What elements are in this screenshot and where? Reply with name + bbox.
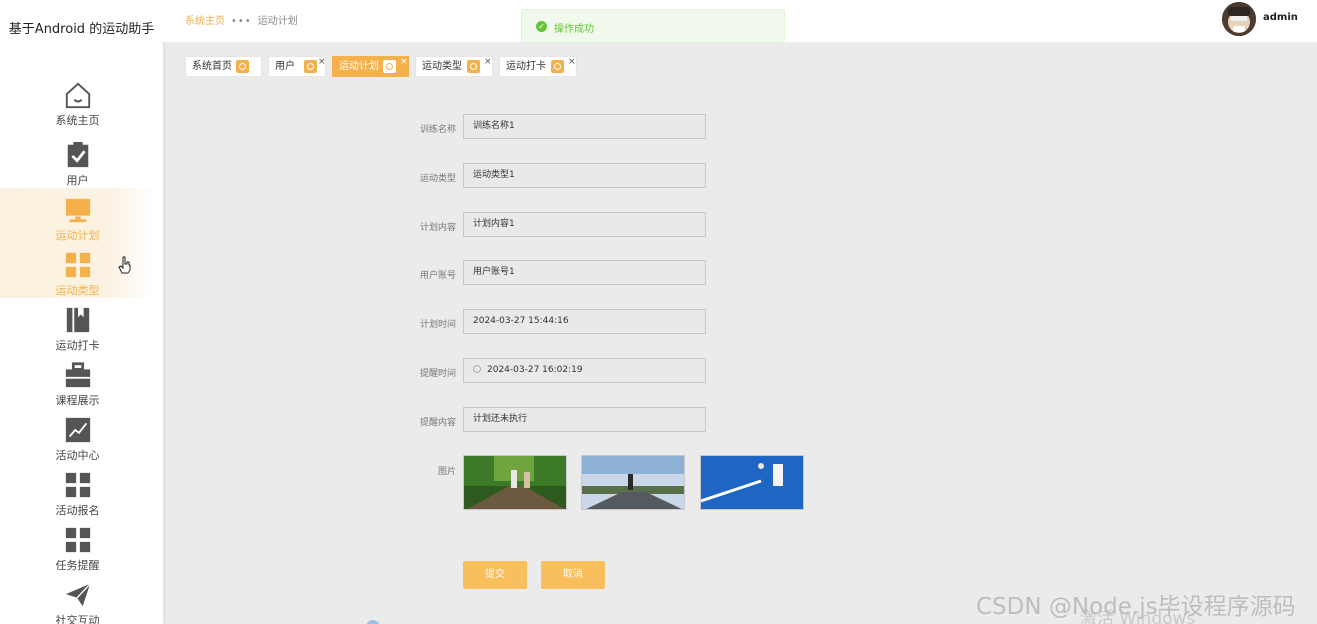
field-label-plan-time: 计划时间	[419, 320, 456, 330]
close-icon[interactable]: ×	[568, 53, 576, 72]
breadcrumb-separator: •••	[231, 16, 252, 27]
sidebar-item-label: 用户	[66, 174, 89, 187]
sidebar-item-label: 课程展示	[55, 394, 100, 407]
tab-refresh-icon[interactable]	[467, 60, 480, 73]
csdn-watermark: CSDN @Node.js毕设程序源码	[976, 594, 1296, 620]
tab-label: 运动计划	[339, 61, 379, 72]
clock-icon	[473, 364, 481, 373]
photo-tennis-player[interactable]	[700, 455, 804, 510]
home-icon	[65, 82, 90, 109]
sidebar-item-label: 活动报名	[55, 504, 100, 517]
sidebar-item-label: 活动中心	[55, 449, 100, 462]
top-bar: 系统主页 ••• 运动计划 ✓ 操作成功 admin	[163, 0, 1317, 43]
field-label-account: 用户账号	[419, 271, 456, 281]
avatar[interactable]	[1222, 2, 1256, 36]
tab-label: 系统首页	[192, 61, 232, 72]
sidebar-item-plan[interactable]: 运动计划	[0, 195, 155, 249]
sport-type-input[interactable]: 运动类型1	[463, 163, 706, 188]
field-label-image: 图片	[437, 467, 456, 477]
sidebar-item-label: 社交互动	[55, 614, 100, 624]
tab-refresh-icon[interactable]	[551, 60, 564, 73]
trend-chart-icon	[65, 417, 90, 443]
tab-type[interactable]: 运动类型 ×	[415, 56, 493, 77]
sidebar-item-course[interactable]: 课程展示	[0, 360, 155, 414]
remind-time-value: 2024-03-27 16:02:19	[487, 365, 583, 375]
briefcase-icon	[65, 362, 90, 388]
sidebar-item-label: 系统主页	[55, 114, 100, 127]
tab-label: 运动类型	[422, 61, 462, 72]
remind-time-picker[interactable]: 2024-03-27 16:02:19	[463, 358, 706, 383]
close-icon[interactable]: ×	[318, 53, 326, 72]
training-name-input[interactable]: 训练名称1	[463, 114, 706, 139]
close-icon[interactable]: ×	[484, 53, 492, 72]
sidebar-item-label: 运动计划	[55, 229, 100, 242]
username[interactable]: admin	[1263, 12, 1298, 23]
tab-refresh-icon[interactable]	[304, 60, 317, 73]
tab-checkin[interactable]: 运动打卡 ×	[499, 56, 577, 77]
app-title: 基于Android 的运动助手	[8, 22, 155, 37]
plan-time-input[interactable]: 2024-03-27 15:44:16	[463, 309, 706, 334]
tab-home[interactable]: 系统首页	[185, 56, 262, 77]
sidebar-item-social[interactable]: 社交互动	[0, 580, 155, 624]
scroll-indicator	[366, 620, 380, 624]
avatar-image	[1222, 2, 1256, 36]
sidebar-item-signup[interactable]: 活动报名	[0, 470, 155, 524]
field-label-remind-time: 提醒时间	[419, 369, 456, 379]
toast-message: 操作成功	[554, 24, 594, 35]
field-label-type: 运动类型	[419, 174, 456, 184]
photo-forest-runners[interactable]	[463, 455, 567, 510]
sidebar-item-activity[interactable]: 活动中心	[0, 415, 155, 469]
grid-icon	[65, 472, 90, 498]
field-label-remind-content: 提醒内容	[419, 418, 456, 428]
field-label-name: 训练名称	[419, 125, 456, 135]
tab-user[interactable]: 用户 ×	[268, 56, 326, 77]
sidebar: 基于Android 的运动助手 系统主页 用户 运动计划 运动类型 运动打卡 课…	[0, 0, 163, 624]
field-label-content: 计划内容	[419, 223, 456, 233]
tab-refresh-icon[interactable]	[383, 60, 396, 73]
submit-button[interactable]: 提交	[463, 561, 527, 589]
breadcrumb-current: 运动计划	[257, 16, 298, 27]
photo-road-runner[interactable]	[581, 455, 685, 510]
grid-icon	[65, 252, 90, 278]
clipboard-check-icon	[67, 141, 88, 168]
sidebar-item-label: 运动类型	[55, 284, 100, 297]
grid-icon	[65, 527, 90, 553]
cancel-button[interactable]: 取消	[541, 561, 605, 589]
check-circle-icon: ✓	[536, 21, 547, 32]
monitor-icon	[65, 198, 90, 223]
hand-cursor-icon	[118, 256, 131, 274]
sidebar-item-reminder[interactable]: 任务提醒	[0, 525, 155, 579]
remind-content-input[interactable]: 计划还未执行	[463, 407, 706, 432]
sidebar-item-home[interactable]: 系统主页	[0, 80, 155, 134]
sidebar-item-label: 运动打卡	[55, 339, 100, 352]
tab-label: 运动打卡	[506, 61, 546, 72]
sidebar-item-label: 任务提醒	[55, 559, 100, 572]
book-icon	[66, 307, 89, 333]
sidebar-item-user[interactable]: 用户	[0, 140, 155, 194]
tab-plan[interactable]: 运动计划 ×	[332, 56, 409, 77]
breadcrumb: 系统主页 ••• 运动计划	[185, 12, 298, 27]
paper-plane-icon	[65, 583, 91, 607]
plan-content-input[interactable]: 计划内容1	[463, 212, 706, 237]
close-icon[interactable]: ×	[400, 53, 408, 72]
success-toast: ✓ 操作成功	[521, 9, 785, 43]
sidebar-item-checkin[interactable]: 运动打卡	[0, 305, 155, 359]
tab-refresh-icon[interactable]	[236, 60, 249, 73]
tab-label: 用户	[275, 61, 295, 72]
user-account-input[interactable]: 用户账号1	[463, 260, 706, 285]
breadcrumb-home[interactable]: 系统主页	[185, 16, 225, 27]
